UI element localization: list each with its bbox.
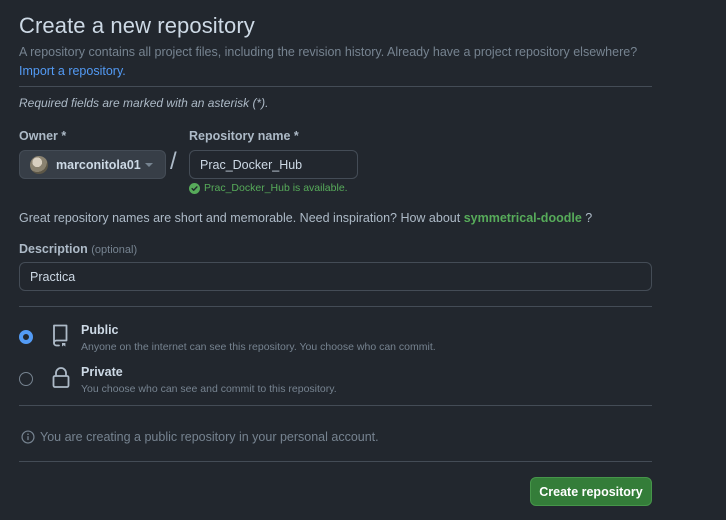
- repo-name-label: Repository name *: [189, 129, 299, 143]
- info-text: You are creating a public repository in …: [40, 430, 379, 444]
- repository-name-input[interactable]: [189, 150, 358, 179]
- chevron-down-icon: [145, 163, 153, 167]
- import-repository-link[interactable]: Import a repository.: [19, 64, 126, 78]
- check-circle-icon: [189, 182, 200, 194]
- create-repository-button[interactable]: Create repository: [530, 477, 652, 506]
- visibility-public-option[interactable]: Public Anyone on the internet can see th…: [19, 323, 436, 353]
- optional-tag: (optional): [91, 244, 138, 256]
- account-info-message: You are creating a public repository in …: [21, 430, 379, 444]
- owner-name: marconitola01: [56, 157, 141, 172]
- availability-text: Prac_Docker_Hub is available.: [204, 182, 348, 194]
- public-description: Anyone on the internet can see this repo…: [81, 341, 436, 353]
- required-fields-note: Required fields are marked with an aster…: [19, 96, 269, 110]
- divider: [19, 461, 652, 462]
- divider: [19, 405, 652, 406]
- private-radio[interactable]: [19, 372, 33, 386]
- page-subtitle: A repository contains all project files,…: [19, 43, 659, 81]
- subtitle-text: A repository contains all project files,…: [19, 45, 638, 59]
- private-title: Private: [81, 365, 123, 379]
- description-label-text: Description: [19, 242, 88, 256]
- suggested-name-link[interactable]: symmetrical-doodle: [464, 211, 582, 225]
- public-title: Public: [81, 323, 119, 337]
- owner-label: Owner *: [19, 129, 67, 143]
- description-input[interactable]: [19, 262, 652, 291]
- description-label: Description (optional): [19, 242, 137, 256]
- page-title: Create a new repository: [19, 13, 255, 38]
- hint-suffix: ?: [585, 211, 593, 225]
- divider: [19, 86, 652, 87]
- repo-book-icon: [50, 323, 72, 352]
- owner-repo-separator: /: [170, 148, 177, 175]
- visibility-private-option[interactable]: Private You choose who can see and commi…: [19, 365, 337, 395]
- create-repo-page: Create a new repository A repository con…: [0, 0, 726, 520]
- hint-text: Great repository names are short and mem…: [19, 211, 461, 225]
- avatar: [30, 155, 48, 174]
- divider: [19, 306, 652, 307]
- private-description: You choose who can see and commit to thi…: [81, 383, 337, 395]
- lock-icon: [50, 365, 72, 394]
- name-suggestion-hint: Great repository names are short and mem…: [19, 211, 592, 225]
- availability-message: Prac_Docker_Hub is available.: [189, 182, 348, 194]
- info-icon: [21, 430, 35, 444]
- owner-dropdown[interactable]: marconitola01: [19, 150, 166, 179]
- public-radio[interactable]: [19, 330, 33, 344]
